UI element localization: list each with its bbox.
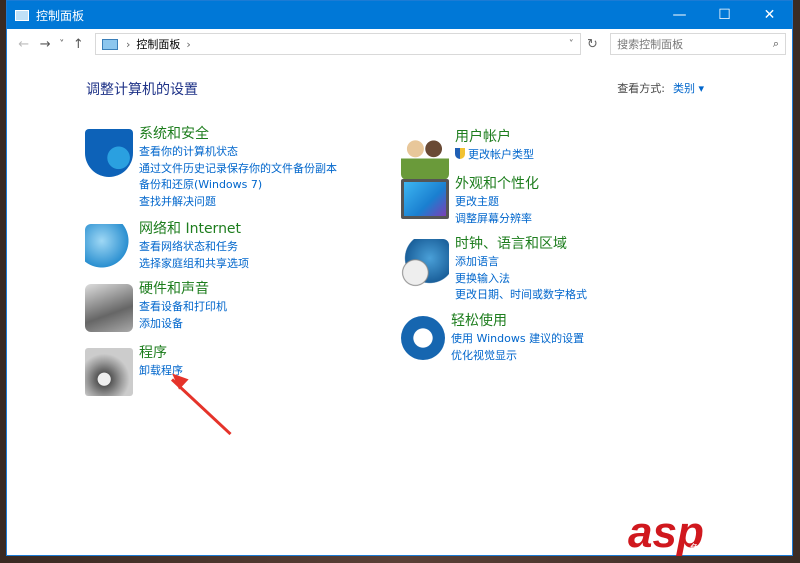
breadcrumb-control-panel[interactable]: 控制面板 xyxy=(136,36,180,52)
control-panel-window: 控制面板 — ☐ ✕ ← → ˅ ↑ › 控制面板 › ˅ ↻ 搜索控制面板 ⌕… xyxy=(6,0,793,556)
uac-shield-icon xyxy=(455,148,465,159)
category-link[interactable]: 查看网络状态和任务 xyxy=(139,239,249,256)
category-link[interactable]: 使用 Windows 建议的设置 xyxy=(451,331,584,348)
category-title[interactable]: 系统和安全 xyxy=(139,125,337,144)
category-link[interactable]: 备份和还原(Windows 7) xyxy=(139,177,337,194)
printer-icon xyxy=(85,284,133,332)
search-input[interactable]: 搜索控制面板 ⌕ xyxy=(610,33,786,55)
back-button[interactable]: ← xyxy=(13,37,34,52)
category-title[interactable]: 程序 xyxy=(139,344,183,363)
category-network: 网络和 Internet 查看网络状态和任务 选择家庭组和共享选项 xyxy=(85,221,249,273)
category-link[interactable]: 更改帐户类型 xyxy=(455,147,534,164)
category-title[interactable]: 时钟、语言和区域 xyxy=(455,235,587,254)
close-button[interactable]: ✕ xyxy=(747,7,792,23)
category-title[interactable]: 网络和 Internet xyxy=(139,220,249,239)
recent-locations-button[interactable]: ˅ xyxy=(56,39,68,50)
view-by: 查看方式: 类别 ▾ xyxy=(617,80,704,96)
title-bar: 控制面板 — ☐ ✕ xyxy=(7,1,792,29)
view-by-dropdown[interactable]: 类别 ▾ xyxy=(673,82,704,95)
clock-globe-icon xyxy=(401,239,449,287)
network-globe-icon xyxy=(85,224,133,272)
window-title: 控制面板 xyxy=(36,8,85,23)
users-icon xyxy=(401,132,449,180)
minimize-button[interactable]: — xyxy=(657,7,702,23)
category-link[interactable]: 更换输入法 xyxy=(455,271,587,288)
category-user-accounts: 用户帐户 更改帐户类型 xyxy=(401,129,534,180)
category-ease-of-access: 轻松使用 使用 Windows 建议的设置 优化视觉显示 xyxy=(401,313,584,365)
category-link[interactable]: 更改主题 xyxy=(455,194,539,211)
category-link[interactable]: 查看设备和打印机 xyxy=(139,299,227,316)
watermark-subtitle: 免费网站源码下载站 xyxy=(690,544,780,555)
up-button[interactable]: ↑ xyxy=(68,37,89,52)
monitor-palette-icon xyxy=(401,179,449,219)
category-title[interactable]: 轻松使用 xyxy=(451,312,584,331)
category-title[interactable]: 用户帐户 xyxy=(455,128,534,147)
category-link[interactable]: 优化视觉显示 xyxy=(451,348,584,365)
link-text: 更改帐户类型 xyxy=(468,148,534,161)
category-hardware-sound: 硬件和声音 查看设备和打印机 添加设备 xyxy=(85,281,227,333)
breadcrumb-sep: › xyxy=(126,37,131,51)
category-link[interactable]: 调整屏幕分辨率 xyxy=(455,211,539,228)
search-placeholder: 搜索控制面板 xyxy=(617,38,684,51)
category-link[interactable]: 添加语言 xyxy=(455,254,587,271)
category-link[interactable]: 选择家庭组和共享选项 xyxy=(139,256,249,273)
breadcrumb-sep[interactable]: › xyxy=(186,38,190,51)
search-icon[interactable]: ⌕ xyxy=(773,37,779,51)
category-clock-region: 时钟、语言和区域 添加语言 更换输入法 更改日期、时间或数字格式 xyxy=(401,236,587,304)
category-programs: 程序 卸载程序 xyxy=(85,345,183,396)
category-title[interactable]: 硬件和声音 xyxy=(139,280,227,299)
programs-icon xyxy=(85,348,133,396)
category-link[interactable]: 添加设备 xyxy=(139,316,227,333)
category-link[interactable]: 更改日期、时间或数字格式 xyxy=(455,287,587,304)
page-heading: 调整计算机的设置 xyxy=(86,82,198,98)
control-panel-icon xyxy=(102,38,119,50)
address-dropdown-button[interactable]: ˅ xyxy=(569,39,574,50)
view-by-label: 查看方式: xyxy=(617,82,665,95)
category-link[interactable]: 通过文件历史记录保存你的文件备份副本 xyxy=(139,161,337,178)
shield-icon xyxy=(85,129,133,177)
maximize-button[interactable]: ☐ xyxy=(702,7,747,23)
category-link[interactable]: 查看你的计算机状态 xyxy=(139,144,337,161)
category-link[interactable]: 查找并解决问题 xyxy=(139,194,337,211)
forward-button[interactable]: → xyxy=(34,37,55,52)
navigation-bar: ← → ˅ ↑ › 控制面板 › ˅ ↻ 搜索控制面板 ⌕ xyxy=(7,29,792,59)
address-bar[interactable]: › 控制面板 › ˅ xyxy=(95,33,581,55)
control-panel-icon xyxy=(15,9,29,21)
category-appearance: 外观和个性化 更改主题 调整屏幕分辨率 xyxy=(401,176,539,228)
refresh-button[interactable]: ↻ xyxy=(581,37,604,52)
category-system-security: 系统和安全 查看你的计算机状态 通过文件历史记录保存你的文件备份副本 备份和还原… xyxy=(85,126,337,211)
category-title[interactable]: 外观和个性化 xyxy=(455,175,539,194)
ease-of-access-icon xyxy=(401,316,445,360)
